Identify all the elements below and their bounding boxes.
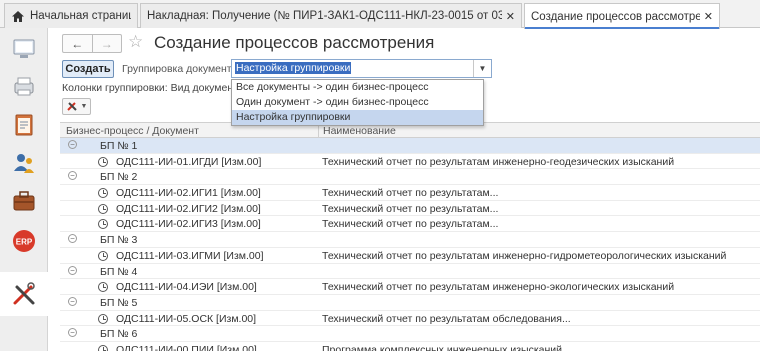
group-label: БП № 3 <box>100 234 138 247</box>
dropdown-option-selected[interactable]: Настройка группировки <box>232 110 483 125</box>
group-label: БП № 2 <box>100 171 138 184</box>
document-name: Технический отчет по результатам инженер… <box>322 155 675 168</box>
document-label: ОДС111-ИИ-04.ИЭИ [Изм.00] <box>116 281 257 294</box>
table-row[interactable]: ОДС111-ИИ-05.ОСК [Изм.00] Технический отч… <box>60 311 760 327</box>
tab-label: Накладная: Получение (№ ПИР1-ЗАК1-ОДС111… <box>147 10 502 22</box>
group-label: БП № 6 <box>100 328 138 341</box>
document-name: Технический отчет по результатам инженер… <box>322 281 675 294</box>
document-name: Технический отчет по результатам... <box>322 187 499 200</box>
table-row[interactable]: ОДС111-ИИ-00.ПИИ [Изм.00] Программа компл… <box>60 342 760 351</box>
forward-button[interactable]: → <box>91 35 122 52</box>
back-button[interactable]: ← <box>63 35 92 52</box>
clock-icon <box>98 188 108 199</box>
clock-icon <box>98 282 108 293</box>
create-button[interactable]: Создать <box>62 60 114 78</box>
clock-icon <box>98 219 108 230</box>
document-name: Технический отчет по результатам... <box>322 202 499 215</box>
table-row-group[interactable]: − БП № 6 <box>60 326 760 342</box>
close-icon[interactable]: ✕ <box>704 10 713 23</box>
collapse-icon[interactable]: − <box>68 265 77 275</box>
document-name: Технический отчет по результатам обследо… <box>322 312 571 325</box>
tab-label: Создание процессов рассмотрения <box>531 10 700 23</box>
sidebar: ERP <box>0 28 48 351</box>
tab-home[interactable]: Начальная страница <box>4 3 138 28</box>
tab-bar: Начальная страница Накладная: Получение … <box>0 0 760 29</box>
process-table: Бизнес-процесс / Документ Наименование −… <box>60 122 760 351</box>
grouping-dropdown: Все документы -> один бизнес-процесс Оди… <box>231 79 484 126</box>
close-icon[interactable]: ✕ <box>506 10 515 23</box>
document-label: ОДС111-ИИ-02.ИГИ3 [Изм.00] <box>116 218 261 231</box>
grouping-label: Группировка документов: <box>122 63 246 75</box>
document-label: ОДС111-ИИ-03.ИГМИ [Изм.00] <box>116 249 264 262</box>
tools-icon <box>66 102 77 111</box>
document-name: Технический отчет по результатам... <box>322 218 499 231</box>
collapse-icon[interactable]: − <box>68 328 77 338</box>
document-label: ОДС111-ИИ-01.ИГДИ [Изм.00] <box>116 155 262 168</box>
clock-icon <box>98 156 108 167</box>
table-row[interactable]: ОДС111-ИИ-02.ИГИ1 [Изм.00] Технический от… <box>60 185 760 201</box>
page-title: Создание процессов рассмотрения <box>154 33 435 52</box>
document-name: Программа комплексных инженерных изыскан… <box>322 343 563 351</box>
grouping-select-value: Настройка группировки <box>235 62 352 74</box>
sidebar-item-clipboard[interactable] <box>5 108 43 142</box>
settings-tool-button[interactable]: ▼ <box>62 98 91 115</box>
monitor-icon <box>13 39 35 58</box>
grouping-columns-label: Колонки группировки: Вид документа <box>62 82 244 94</box>
sidebar-item-briefcase[interactable] <box>5 184 43 218</box>
document-label: ОДС111-ИИ-05.ОСК [Изм.00] <box>116 312 257 325</box>
collapse-icon[interactable]: − <box>68 296 77 306</box>
column-header-name[interactable]: Наименование <box>323 125 396 137</box>
people-icon <box>14 154 34 173</box>
dropdown-option[interactable]: Один документ -> один бизнес-процесс <box>232 95 483 110</box>
table-row-group[interactable]: − БП № 5 <box>60 295 760 311</box>
group-label: БП № 4 <box>100 265 138 278</box>
tab-invoice[interactable]: Накладная: Получение (№ ПИР1-ЗАК1-ОДС111… <box>140 3 522 28</box>
sidebar-item-people[interactable] <box>5 146 43 180</box>
table-row[interactable]: ОДС111-ИИ-02.ИГИ2 [Изм.00] Технический от… <box>60 201 760 217</box>
clipboard-icon <box>15 114 33 136</box>
printer-icon <box>14 77 34 96</box>
tools-icon <box>13 282 35 305</box>
table-row-group[interactable]: − БП № 1 <box>60 138 760 154</box>
table-body: − БП № 1 ОДС111-ИИ-01.ИГДИ [Изм.00] Техниче… <box>60 138 760 351</box>
chevron-down-icon[interactable]: ▼ <box>473 60 491 77</box>
sidebar-item-monitor[interactable] <box>5 32 43 66</box>
clock-icon <box>98 344 108 351</box>
document-label: ОДС111-ИИ-00.ПИИ [Изм.00] <box>116 343 257 351</box>
nav-buttons: ← → <box>62 34 122 53</box>
briefcase-icon <box>13 191 35 211</box>
dropdown-option[interactable]: Все документы -> один бизнес-процесс <box>232 80 483 95</box>
chevron-down-icon: ▼ <box>80 103 88 110</box>
grouping-select[interactable]: Настройка группировки ▼ <box>231 59 492 78</box>
sidebar-item-tools[interactable] <box>0 272 48 316</box>
favorite-star-icon[interactable]: ☆ <box>128 32 143 52</box>
column-header-process[interactable]: Бизнес-процесс / Документ <box>66 125 199 137</box>
group-label: БП № 1 <box>100 140 138 152</box>
document-label: ОДС111-ИИ-02.ИГИ2 [Изм.00] <box>116 202 261 215</box>
collapse-icon[interactable]: − <box>68 140 77 149</box>
erp-icon: ERP <box>13 230 35 252</box>
tab-label: Начальная страница <box>30 10 131 22</box>
clock-icon <box>98 313 108 324</box>
table-row[interactable]: ОДС111-ИИ-01.ИГДИ [Изм.00] Технический от… <box>60 154 760 170</box>
sidebar-item-printer[interactable] <box>5 70 43 104</box>
home-icon <box>12 10 24 22</box>
collapse-icon[interactable]: − <box>68 234 77 244</box>
table-row-group[interactable]: − БП № 4 <box>60 264 760 280</box>
clock-icon <box>98 250 108 261</box>
group-label: БП № 5 <box>100 296 138 309</box>
table-row-group[interactable]: − БП № 2 <box>60 169 760 186</box>
tab-create-processes[interactable]: Создание процессов рассмотрения ✕ <box>524 3 720 29</box>
table-row[interactable]: ОДС111-ИИ-04.ИЭИ [Изм.00] Технический отч… <box>60 279 760 295</box>
table-row[interactable]: ОДС111-ИИ-03.ИГМИ [Изм.00] Технический от… <box>60 248 760 264</box>
svg-text:ERP: ERP <box>16 238 33 247</box>
table-row-group[interactable]: − БП № 3 <box>60 232 760 248</box>
clock-icon <box>98 203 108 214</box>
sidebar-item-erp[interactable]: ERP <box>5 224 43 258</box>
document-name: Технический отчет по результатам инженер… <box>322 249 727 262</box>
collapse-icon[interactable]: − <box>68 171 77 181</box>
document-label: ОДС111-ИИ-02.ИГИ1 [Изм.00] <box>116 187 261 200</box>
table-row[interactable]: ОДС111-ИИ-02.ИГИ3 [Изм.00] Технический от… <box>60 216 760 233</box>
active-tab-indicator <box>525 27 719 29</box>
